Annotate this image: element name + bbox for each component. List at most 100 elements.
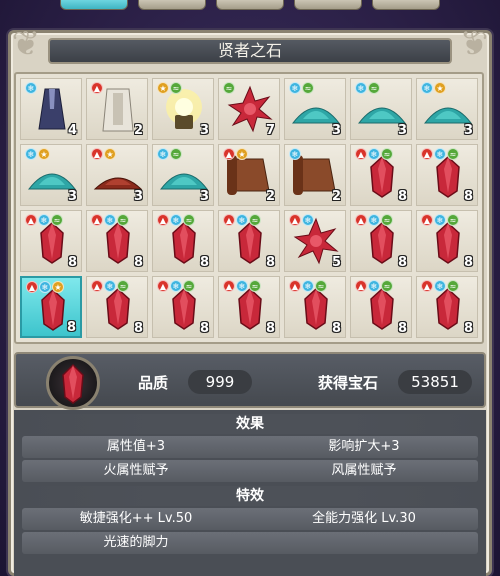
item-slot[interactable]: ❄ ≈3 bbox=[350, 78, 412, 140]
item-slot[interactable]: ▲ ❄ ≈8 bbox=[152, 210, 214, 272]
effects-header: 效果 bbox=[14, 414, 486, 434]
item-slot[interactable]: ❄ 4 bbox=[20, 78, 82, 140]
fire-element-icon: ▲ bbox=[91, 82, 103, 94]
item-count: 3 bbox=[397, 123, 407, 138]
ice-element-icon: ❄ bbox=[368, 148, 380, 160]
wind-element-icon: ≈ bbox=[117, 214, 129, 226]
item-count: 8 bbox=[463, 321, 473, 336]
item-count: 8 bbox=[133, 321, 143, 336]
effect-item: 影响扩大+3 bbox=[328, 439, 400, 454]
item-count: 8 bbox=[463, 189, 473, 204]
item-slot[interactable]: ▲ ❄ ≈8 bbox=[218, 210, 280, 272]
ice-element-icon: ❄ bbox=[170, 280, 182, 292]
item-count: 3 bbox=[331, 123, 341, 138]
item-slot[interactable]: ▲ ❄ ≈8 bbox=[284, 276, 346, 338]
item-count: 8 bbox=[331, 321, 341, 336]
item-slot[interactable]: ▲ ❄ ≈8 bbox=[152, 276, 214, 338]
item-count: 3 bbox=[199, 123, 209, 138]
item-count: 3 bbox=[133, 189, 143, 204]
ice-element-icon: ❄ bbox=[289, 82, 301, 94]
tab-3[interactable] bbox=[216, 0, 284, 10]
tab-5[interactable] bbox=[372, 0, 440, 10]
item-slot[interactable]: ❄ 2 bbox=[284, 144, 346, 206]
item-slot[interactable]: ▲ ❄ ≈8 bbox=[20, 210, 82, 272]
light-element-icon: ★ bbox=[38, 148, 50, 160]
item-slot[interactable]: ▲ ❄ ≈8 bbox=[218, 276, 280, 338]
item-count: 8 bbox=[397, 189, 407, 204]
fire-element-icon: ▲ bbox=[355, 280, 367, 292]
fire-element-icon: ▲ bbox=[91, 148, 103, 160]
item-count: 3 bbox=[199, 189, 209, 204]
ice-element-icon: ❄ bbox=[25, 82, 37, 94]
item-slot[interactable]: ▲ ❄ ≈8 bbox=[350, 210, 412, 272]
item-count: 8 bbox=[199, 321, 209, 336]
ice-element-icon: ❄ bbox=[421, 82, 433, 94]
light-element-icon: ★ bbox=[104, 148, 116, 160]
item-slot[interactable]: ▲ ❄ ★ 8 bbox=[20, 276, 82, 338]
tab-4[interactable] bbox=[294, 0, 362, 10]
item-count: 5 bbox=[331, 255, 341, 270]
top-tab-strip bbox=[0, 0, 500, 14]
wind-element-icon: ≈ bbox=[447, 148, 459, 160]
item-slot[interactable]: ▲ ❄ ≈8 bbox=[350, 144, 412, 206]
fire-element-icon: ▲ bbox=[421, 148, 433, 160]
ice-element-icon: ❄ bbox=[434, 148, 446, 160]
wind-element-icon: ≈ bbox=[51, 214, 63, 226]
item-count: 7 bbox=[265, 123, 275, 138]
item-count: 8 bbox=[397, 255, 407, 270]
item-count: 8 bbox=[397, 321, 407, 336]
ice-element-icon: ❄ bbox=[25, 148, 37, 160]
item-slot[interactable]: ❄ ★ 3 bbox=[416, 78, 478, 140]
ice-element-icon: ❄ bbox=[170, 214, 182, 226]
item-count: 8 bbox=[66, 320, 76, 335]
fire-element-icon: ▲ bbox=[25, 214, 37, 226]
traits-row: 敏捷强化++ Lv.50 全能力强化 Lv.30 bbox=[22, 508, 478, 530]
fire-element-icon: ▲ bbox=[223, 280, 235, 292]
tab-1[interactable] bbox=[60, 0, 128, 10]
item-slot[interactable]: ❄ ≈3 bbox=[284, 78, 346, 140]
item-count: 2 bbox=[133, 123, 143, 138]
item-slot[interactable]: ▲ ❄ ≈8 bbox=[86, 210, 148, 272]
item-slot[interactable]: ▲ ❄ ≈8 bbox=[350, 276, 412, 338]
ice-element-icon: ❄ bbox=[104, 214, 116, 226]
wind-element-icon: ≈ bbox=[381, 148, 393, 160]
fire-element-icon: ▲ bbox=[157, 280, 169, 292]
fire-element-icon: ▲ bbox=[421, 214, 433, 226]
item-slot[interactable]: ≈7 bbox=[218, 78, 280, 140]
item-count: 8 bbox=[463, 255, 473, 270]
wind-element-icon: ≈ bbox=[170, 82, 182, 94]
right-ornament-icon: ❦ bbox=[459, 24, 489, 64]
gems-value: 53851 bbox=[398, 370, 472, 394]
wind-element-icon: ≈ bbox=[249, 280, 261, 292]
item-slot[interactable]: ▲ ❄ ≈8 bbox=[416, 210, 478, 272]
ice-element-icon: ❄ bbox=[302, 280, 314, 292]
item-count: 2 bbox=[331, 189, 341, 204]
item-slot[interactable]: ▲ ❄ 5 bbox=[284, 210, 346, 272]
gems-label: 获得宝石 bbox=[318, 374, 379, 392]
item-slot[interactable]: ▲ ★ 3 bbox=[86, 144, 148, 206]
ice-element-icon: ❄ bbox=[236, 214, 248, 226]
item-slot[interactable]: ▲ 2 bbox=[86, 78, 148, 140]
item-slot[interactable]: ❄ ≈3 bbox=[152, 144, 214, 206]
item-slot[interactable]: ▲ ❄ ≈8 bbox=[416, 144, 478, 206]
light-element-icon: ★ bbox=[236, 148, 248, 160]
item-count: 8 bbox=[199, 255, 209, 270]
quality-label: 品质 bbox=[138, 374, 169, 392]
item-count: 8 bbox=[265, 255, 275, 270]
tab-2[interactable] bbox=[138, 0, 206, 10]
item-slot[interactable]: ▲ ❄ ≈8 bbox=[416, 276, 478, 338]
trait-item: 全能力强化 Lv.30 bbox=[312, 511, 416, 526]
trait-item: 敏捷强化++ Lv.50 bbox=[79, 511, 193, 526]
effect-item: 风属性赋予 bbox=[331, 463, 397, 478]
wind-element-icon: ≈ bbox=[447, 280, 459, 292]
wind-element-icon: ≈ bbox=[183, 280, 195, 292]
item-slot[interactable]: ★ ≈3 bbox=[152, 78, 214, 140]
ice-element-icon: ❄ bbox=[289, 148, 301, 160]
fire-element-icon: ▲ bbox=[157, 214, 169, 226]
item-count: 4 bbox=[67, 123, 77, 138]
item-slot[interactable]: ▲ ★ 2 bbox=[218, 144, 280, 206]
item-slot[interactable]: ❄ ★ 3 bbox=[20, 144, 82, 206]
ice-element-icon: ❄ bbox=[368, 214, 380, 226]
item-slot[interactable]: ▲ ❄ ≈8 bbox=[86, 276, 148, 338]
item-grid: ❄ 4 ▲ 2 ★ ≈3 ≈7 ❄ ≈3 ❄ ≈3 ❄ ★ 3 ❄ ★ 3 ▲ ★ 3 ❄ ≈3 ▲ ★ 2 ❄ 2 ▲ ❄ ≈8 ▲ ❄ ≈8… bbox=[14, 72, 484, 344]
